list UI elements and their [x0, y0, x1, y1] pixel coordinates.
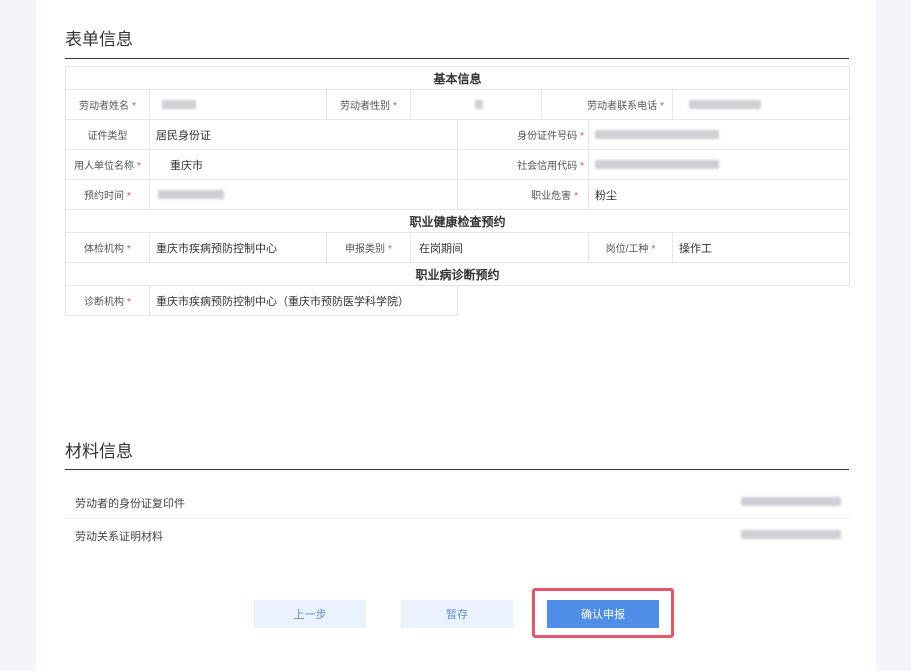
id-number-label: 身份证件号码 *	[457, 119, 589, 150]
form-table: 基本信息 劳动者姓名 * 劳动者性别 * 劳动者联系电话 * 证件类型 居民身份证 身…	[64, 66, 851, 316]
confirm-submit-button[interactable]: 确认申报	[547, 600, 659, 628]
save-draft-button[interactable]: 暂存	[401, 600, 513, 628]
form-section-divider	[65, 58, 849, 59]
worker-phone-label: 劳动者联系电话 *	[541, 89, 673, 120]
health-exam-header: 职业健康检查预约	[64, 209, 851, 233]
diagnosis-org-label: 诊断机构 *	[65, 285, 150, 316]
exam-org-label: 体检机构 *	[65, 232, 150, 263]
employer-name-value: 重庆市	[149, 149, 458, 180]
report-type-value: 在岗期间	[410, 232, 589, 263]
worker-phone-value	[671, 89, 851, 120]
occupational-hazard-label: 职业危害 *	[457, 179, 589, 210]
page-panel: 表单信息 基本信息 劳动者姓名 * 劳动者性别 * 劳动者联系电话 * 证件类型 居民…	[36, 0, 876, 671]
materials-section-title: 材料信息	[65, 442, 133, 461]
occupational-hazard-value: 粉尘	[587, 179, 851, 210]
worker-gender-value	[410, 89, 542, 120]
position-label: 岗位/工种 *	[588, 232, 673, 263]
appointment-time-value	[149, 179, 458, 210]
material-name: 劳动关系证明材料	[75, 531, 163, 543]
redacted-worker-gender	[475, 100, 483, 110]
material-row: 劳动关系证明材料	[65, 519, 849, 551]
redacted-credit-code	[595, 160, 719, 170]
material-row: 劳动者的身份证复印件	[65, 486, 849, 519]
materials-section-divider	[65, 469, 849, 470]
redacted-material-file[interactable]	[741, 497, 841, 506]
empty-cell	[457, 285, 850, 316]
redacted-material-file[interactable]	[741, 530, 841, 539]
id-type-label: 证件类型	[65, 119, 150, 150]
form-section-title: 表单信息	[65, 30, 133, 49]
prev-step-button[interactable]: 上一步	[254, 600, 366, 628]
worker-gender-label: 劳动者性别 *	[326, 89, 411, 120]
id-number-value	[587, 119, 851, 150]
diagnosis-header: 职业病诊断预约	[64, 262, 851, 286]
diagnosis-org-value: 重庆市疾病预防控制中心（重庆市预防医学科学院）	[149, 285, 458, 316]
position-value: 操作工	[671, 232, 851, 263]
redacted-id-number	[595, 130, 719, 140]
material-name: 劳动者的身份证复印件	[75, 498, 185, 510]
redacted-worker-phone	[689, 100, 761, 110]
exam-org-value: 重庆市疾病预防控制中心	[149, 232, 327, 263]
credit-code-value	[587, 149, 851, 180]
id-type-value: 居民身份证	[149, 119, 458, 150]
redacted-appointment-time	[158, 190, 224, 200]
report-type-label: 申报类别 *	[326, 232, 411, 263]
appointment-time-label: 预约时间 *	[65, 179, 150, 210]
basic-info-header: 基本信息	[64, 66, 851, 90]
worker-name-value	[149, 89, 327, 120]
credit-code-label: 社会信用代码 *	[457, 149, 589, 180]
redacted-worker-name	[162, 100, 196, 110]
worker-name-label: 劳动者姓名 *	[65, 89, 150, 120]
employer-name-label: 用人单位名称 *	[65, 149, 150, 180]
